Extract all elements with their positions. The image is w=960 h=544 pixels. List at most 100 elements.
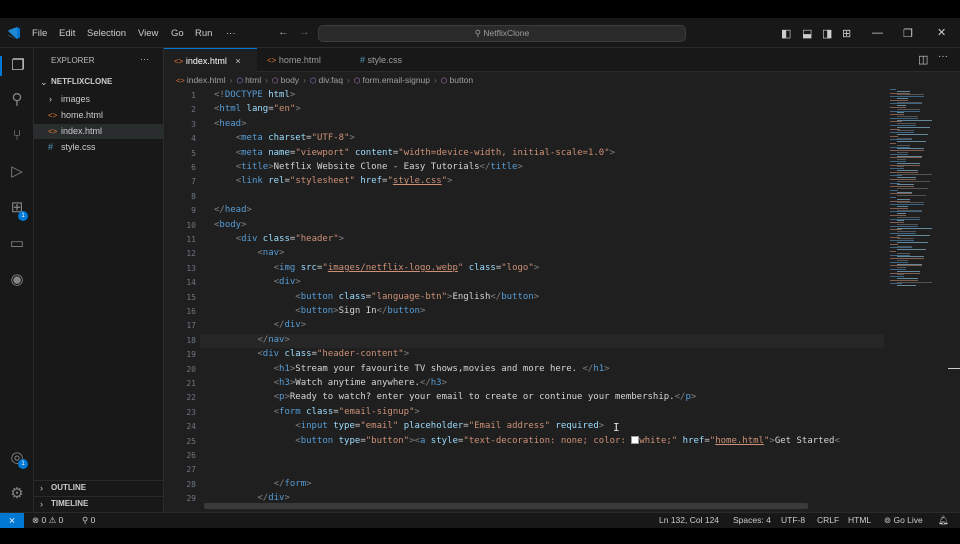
code-line[interactable]: <div>	[214, 277, 301, 287]
github-icon[interactable]: ◉	[7, 270, 27, 290]
code-line[interactable]: <button type="button"><a style="text-dec…	[214, 435, 840, 446]
remote-indicator[interactable]: ⨯	[0, 513, 24, 528]
minimap-line	[890, 89, 896, 90]
code-line[interactable]: <button class="language-btn">English</bu…	[214, 292, 539, 302]
notifications-bell-icon[interactable]: 🔔︎	[938, 513, 949, 528]
language-mode[interactable]: HTML	[848, 513, 871, 528]
code-line[interactable]: <body>	[214, 220, 247, 230]
menu-run[interactable]: Run	[195, 28, 212, 39]
run-debug-icon[interactable]: ▷	[7, 162, 27, 182]
minimap-line	[890, 265, 922, 267]
menu-more[interactable]: ···	[226, 28, 236, 39]
current-line-highlight	[200, 333, 884, 349]
code-line[interactable]: <!DOCTYPE html>	[214, 90, 295, 100]
source-control-icon[interactable]: ⑂	[7, 126, 27, 146]
bottom-letterbox	[0, 528, 960, 544]
symbol-icon: ⬡	[271, 76, 281, 85]
remote-explorer-icon[interactable]: ▭	[7, 234, 27, 254]
breadcrumb-item[interactable]: index.html	[187, 75, 226, 85]
line-number: 1	[191, 91, 196, 100]
toggle-secondary-sidebar-icon[interactable]: ◨	[822, 27, 832, 40]
close-tab-icon[interactable]: ×	[235, 56, 240, 66]
cursor-position[interactable]: Ln 132, Col 124	[659, 513, 719, 528]
breadcrumb-item[interactable]: div.faq	[319, 75, 343, 85]
tree-item-images[interactable]: › images	[34, 92, 164, 107]
menu-selection[interactable]: Selection	[87, 28, 126, 39]
code-line[interactable]: <p>Ready to watch? enter your email to c…	[214, 392, 697, 402]
tree-item-index-html[interactable]: <> index.html	[34, 124, 164, 139]
minimize-icon[interactable]: —	[872, 27, 883, 39]
code-line[interactable]: <form class="email-signup">	[214, 407, 420, 417]
tab-home-html[interactable]: <> home.html	[257, 48, 350, 72]
code-line[interactable]: <meta charset="UTF-8">	[214, 133, 355, 143]
restore-icon[interactable]: ❐	[903, 27, 913, 40]
indentation[interactable]: Spaces: 4	[733, 513, 771, 528]
code-line[interactable]: <html lang="en">	[214, 104, 301, 114]
code-line[interactable]: <title>Netflix Website Clone - Easy Tuto…	[214, 162, 523, 172]
code-line[interactable]: </form>	[214, 479, 312, 489]
activity-bar: ❐ ⚲ ⑂ ▷ ⊞ 1 ▭ ◉ ◎ 1 ⚙	[0, 48, 34, 512]
code-line[interactable]: </div>	[214, 493, 290, 501]
code-line[interactable]: <img src="images/netflix-logo.webp" clas…	[214, 263, 540, 273]
code-line[interactable]: </div>	[214, 320, 307, 330]
minimap-line	[897, 234, 930, 236]
command-center-search[interactable]: ⚲ NetflixClone	[318, 25, 686, 42]
breadcrumb-separator: ›	[265, 75, 268, 85]
tab-index-html[interactable]: <> index.html ×	[164, 48, 257, 72]
code-line[interactable]: <button>Sign In</button>	[214, 306, 425, 316]
code-line[interactable]: <link rel="stylesheet" href="style.css">	[214, 176, 453, 186]
tree-item-home-html[interactable]: <> home.html	[34, 108, 164, 123]
breadcrumb-item[interactable]: html	[245, 75, 261, 85]
customize-layout-icon[interactable]: ⊞	[842, 27, 851, 40]
encoding[interactable]: UTF-8	[781, 513, 805, 528]
files-icon[interactable]: ❐	[0, 56, 34, 76]
tab-style-css[interactable]: # style.css	[350, 48, 443, 72]
problems-indicator[interactable]: ⊗ 0 ⚠ 0	[32, 513, 63, 528]
code-line[interactable]: <h3>Watch anytime anywhere.</h3>	[214, 378, 447, 388]
go-live-button[interactable]: ⊚ Go Live	[884, 513, 923, 528]
vscode-logo-icon	[7, 26, 21, 40]
code-line[interactable]: <nav>	[214, 248, 284, 258]
explorer-more-actions[interactable]: ···	[140, 54, 149, 64]
code-line[interactable]: <div class="header-content">	[214, 349, 409, 359]
ports-indicator[interactable]: ⚲ 0	[82, 513, 95, 528]
project-folder-header[interactable]: ⌄ NETFLIXCLONE	[34, 75, 164, 89]
minimap-line	[897, 242, 928, 243]
menu-file[interactable]: File	[32, 28, 47, 39]
menu-view[interactable]: View	[138, 28, 158, 39]
code-line[interactable]: </nav>	[214, 335, 290, 345]
code-line[interactable]: </head>	[214, 205, 252, 215]
horizontal-scrollbar[interactable]	[204, 503, 808, 509]
line-endings[interactable]: CRLF	[817, 513, 839, 528]
css-file-icon: #	[48, 142, 54, 152]
minimap-line	[897, 180, 930, 182]
line-number: 28	[186, 479, 196, 489]
menu-edit[interactable]: Edit	[59, 28, 75, 39]
close-window-icon[interactable]: ✕	[937, 26, 946, 39]
code-line[interactable]: <input type="email" placeholder="Email a…	[214, 421, 604, 431]
breadcrumb-item[interactable]: form.email-signup	[362, 75, 430, 85]
minimap[interactable]	[888, 89, 954, 289]
breadcrumb-item[interactable]: body	[281, 75, 299, 85]
toggle-primary-sidebar-icon[interactable]: ◧	[781, 27, 791, 40]
forward-arrow-icon[interactable]: →	[299, 26, 310, 38]
css-file-icon: #	[360, 55, 366, 65]
more-actions-icon[interactable]: ···	[938, 51, 948, 62]
breadcrumb-item[interactable]: button	[450, 75, 474, 85]
code-line[interactable]: <h1>Stream your favourite TV shows,movie…	[214, 364, 610, 374]
code-line[interactable]: <head>	[214, 119, 247, 129]
gear-icon[interactable]: ⚙	[7, 484, 27, 504]
code-line[interactable]: <div class="header">	[214, 234, 344, 244]
toggle-panel-icon[interactable]: ⬓	[802, 27, 812, 40]
search-icon[interactable]: ⚲	[7, 90, 27, 110]
tab-label: home.html	[278, 55, 321, 65]
timeline-section[interactable]: › TIMELINE	[34, 496, 164, 510]
code-line[interactable]: <meta name="viewport" content="width=dev…	[214, 148, 615, 158]
outline-section[interactable]: › OUTLINE	[34, 480, 164, 494]
back-arrow-icon[interactable]: ←	[278, 26, 289, 38]
split-editor-icon[interactable]: ◫	[918, 53, 928, 66]
menu-go[interactable]: Go	[171, 28, 184, 39]
code-editor[interactable]: 1 <!DOCTYPE html> 2 <html lang="en"> 3 <head>…	[164, 89, 884, 501]
minimap-line	[897, 227, 932, 229]
tree-item-style-css[interactable]: # style.css	[34, 140, 164, 155]
